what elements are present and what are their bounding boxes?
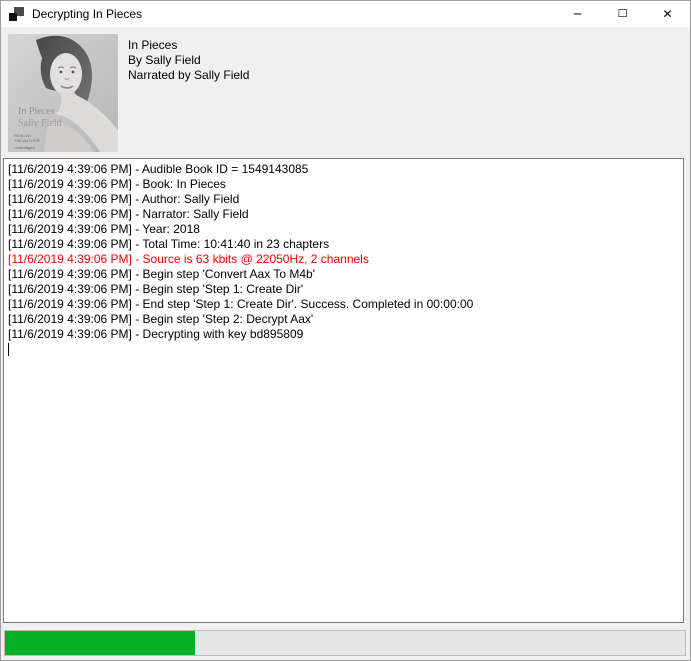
log-line: [11/6/2019 4:39:06 PM] - Decrypting with… <box>8 327 679 342</box>
log-line: [11/6/2019 4:39:06 PM] - Begin step 'Ste… <box>8 312 679 327</box>
log-caret-line <box>8 342 679 357</box>
text-caret <box>8 343 9 356</box>
cover-author-text: Sally Field <box>18 118 62 129</box>
svg-text:THE AUTHOR: THE AUTHOR <box>14 138 40 143</box>
minimize-icon: ─ <box>574 8 581 20</box>
app-window: Decrypting In Pieces ─ ☐ ✕ <box>0 0 691 661</box>
progress-fill <box>5 631 195 655</box>
log-line: [11/6/2019 4:39:06 PM] - Total Time: 10:… <box>8 237 679 252</box>
book-cover-image: In Pieces Sally Field READ BY THE AUTHOR… <box>8 34 118 152</box>
log-line: [11/6/2019 4:39:06 PM] - Audible Book ID… <box>8 162 679 177</box>
maximize-icon: ☐ <box>618 8 628 19</box>
book-info: In Pieces By Sally Field Narrated by Sal… <box>128 38 249 83</box>
log-line: [11/6/2019 4:39:06 PM] - Narrator: Sally… <box>8 207 679 222</box>
book-narrator: Narrated by Sally Field <box>128 68 249 83</box>
close-icon: ✕ <box>662 8 672 20</box>
title-bar: Decrypting In Pieces ─ ☐ ✕ <box>1 1 690 27</box>
cover-edition-text: Unabridged <box>14 145 35 150</box>
app-icon <box>9 7 24 21</box>
log-line-error: [11/6/2019 4:39:06 PM] - Source is 63 kb… <box>8 252 679 267</box>
minimize-button[interactable]: ─ <box>555 1 600 27</box>
log-line: [11/6/2019 4:39:06 PM] - Book: In Pieces <box>8 177 679 192</box>
window-controls: ─ ☐ ✕ <box>555 1 690 27</box>
log-line: [11/6/2019 4:39:06 PM] - Author: Sally F… <box>8 192 679 207</box>
log-line: [11/6/2019 4:39:06 PM] - Year: 2018 <box>8 222 679 237</box>
book-author: By Sally Field <box>128 53 249 68</box>
close-button[interactable]: ✕ <box>645 1 690 27</box>
window-title: Decrypting In Pieces <box>32 7 142 21</box>
log-line: [11/6/2019 4:39:06 PM] - End step 'Step … <box>8 297 679 312</box>
book-title: In Pieces <box>128 38 249 53</box>
cover-title-text: In Pieces <box>18 106 54 117</box>
maximize-button[interactable]: ☐ <box>600 1 645 27</box>
log-line: [11/6/2019 4:39:06 PM] - Begin step 'Con… <box>8 267 679 282</box>
app-icon-square-front <box>9 13 17 21</box>
progress-bar <box>4 630 686 656</box>
book-cover-art: In Pieces Sally Field READ BY THE AUTHOR… <box>8 34 118 152</box>
log-textbox[interactable]: [11/6/2019 4:39:06 PM] - Audible Book ID… <box>3 158 684 623</box>
log-line: [11/6/2019 4:39:06 PM] - Begin step 'Ste… <box>8 282 679 297</box>
